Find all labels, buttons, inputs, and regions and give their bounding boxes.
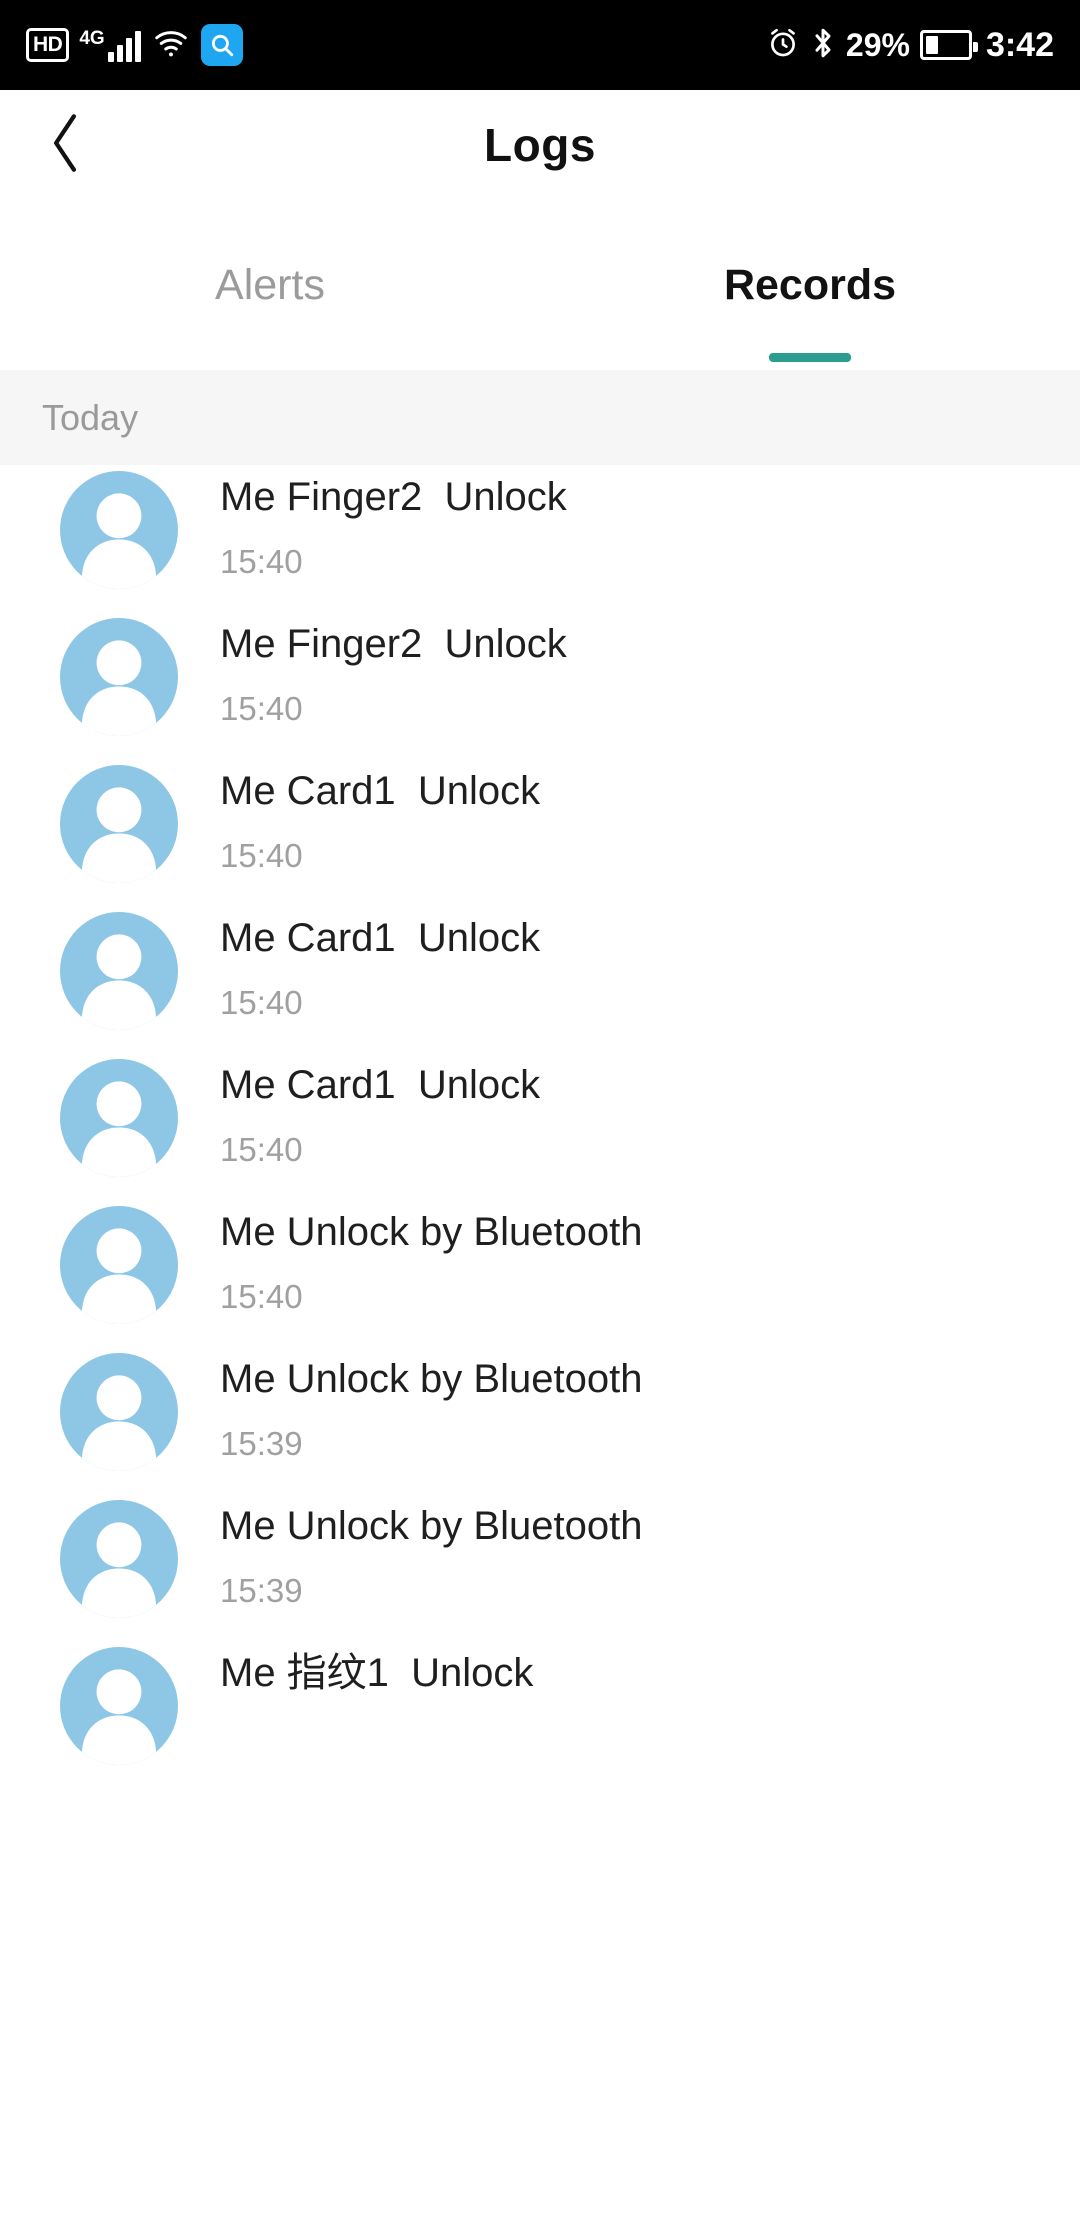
- record-title: Me 指纹1 Unlock: [220, 1651, 534, 1695]
- hd-icon: HD: [26, 28, 70, 62]
- user-avatar-icon: [60, 471, 178, 589]
- record-time: 15:40: [220, 543, 303, 580]
- clock-label: 3:42: [985, 26, 1054, 64]
- bluetooth-icon: [810, 25, 836, 66]
- tab-alerts-indicator: [229, 353, 311, 362]
- user-avatar-icon: [60, 1353, 178, 1471]
- record-row-text: Me Card1 Unlock 15:40: [220, 1053, 540, 1166]
- record-row[interactable]: Me Finger2 Unlock 15:40: [0, 612, 1080, 759]
- record-row-text: Me Finger2 Unlock 15:40: [220, 465, 567, 578]
- record-row-text: Me Card1 Unlock 15:40: [220, 759, 540, 872]
- tab-alerts-label: Alerts: [215, 260, 325, 309]
- battery-icon: [919, 30, 978, 60]
- user-avatar-icon: [60, 765, 178, 883]
- record-title: Me Card1 Unlock: [220, 916, 541, 960]
- record-row[interactable]: Me Unlock by Bluetooth 15:39: [0, 1494, 1080, 1641]
- user-avatar-icon: [60, 1206, 178, 1324]
- record-row[interactable]: Me Card1 Unlock 15:40: [0, 906, 1080, 1053]
- record-time: 15:40: [220, 1131, 303, 1168]
- record-row-text: Me Unlock by Bluetooth 15:40: [220, 1200, 642, 1313]
- navigation-bar: Logs: [0, 90, 1080, 200]
- section-header-label: Today: [42, 396, 139, 438]
- record-time: 15:40: [220, 984, 303, 1021]
- record-time: 15:39: [220, 1572, 303, 1609]
- alarm-clock-icon: [766, 26, 800, 65]
- section-header-today: Today: [0, 370, 1080, 465]
- record-title: Me Finger2 Unlock: [220, 622, 567, 666]
- record-time: 15:40: [220, 690, 303, 727]
- signal-bars-glyph: [107, 28, 141, 62]
- tab-records-label: Records: [723, 260, 897, 309]
- tab-bar: Alerts Records: [0, 200, 1080, 370]
- user-avatar-icon: [60, 1059, 178, 1177]
- record-title: Me Unlock by Bluetooth: [220, 1357, 643, 1401]
- user-avatar-icon: [60, 1500, 178, 1618]
- record-title: Me Finger2 Unlock: [220, 475, 567, 519]
- record-title: Me Unlock by Bluetooth: [220, 1210, 643, 1254]
- signal-bars-icon: 4G: [79, 28, 141, 62]
- record-time: 15:40: [220, 837, 303, 874]
- tab-records-indicator: [769, 353, 851, 362]
- user-avatar-icon: [60, 1647, 178, 1765]
- search-icon[interactable]: [200, 24, 243, 66]
- record-row-text: Me Finger2 Unlock 15:40: [220, 612, 567, 725]
- record-title: Me Card1 Unlock: [220, 769, 541, 813]
- record-row[interactable]: Me Unlock by Bluetooth 15:40: [0, 1200, 1080, 1347]
- record-title: Me Card1 Unlock: [220, 1063, 541, 1107]
- record-row-text: Me Unlock by Bluetooth 15:39: [220, 1494, 642, 1607]
- back-chevron-icon: [43, 111, 87, 180]
- record-title: Me Unlock by Bluetooth: [220, 1504, 643, 1548]
- record-row[interactable]: Me Finger2 Unlock 15:40: [0, 465, 1080, 612]
- record-time: 15:40: [220, 1278, 303, 1315]
- record-row-text: Me Card1 Unlock 15:40: [220, 906, 540, 1019]
- back-button[interactable]: [30, 110, 100, 180]
- record-row[interactable]: Me 指纹1 Unlock: [0, 1641, 1080, 1788]
- records-list[interactable]: Me Finger2 Unlock 15:40 Me Finger2 Unlock 1…: [0, 465, 1080, 1788]
- battery-percent-label: 29%: [845, 27, 910, 63]
- record-row[interactable]: Me Card1 Unlock 15:40: [0, 759, 1080, 906]
- record-row-text: Me 指纹1 Unlock: [220, 1641, 533, 1721]
- status-bar: HD 4G 29% 3:42: [0, 0, 1080, 90]
- user-avatar-icon: [60, 912, 178, 1030]
- record-row-text: Me Unlock by Bluetooth 15:39: [220, 1347, 642, 1460]
- status-bar-left: HD 4G: [26, 24, 243, 66]
- record-row[interactable]: Me Unlock by Bluetooth 15:39: [0, 1347, 1080, 1494]
- network-type-label: 4G: [79, 28, 105, 49]
- user-avatar-icon: [60, 618, 178, 736]
- record-time: 15:39: [220, 1425, 303, 1462]
- record-row[interactable]: Me Card1 Unlock 15:40: [0, 1053, 1080, 1200]
- status-bar-right: 29% 3:42: [766, 25, 1054, 66]
- tab-alerts[interactable]: Alerts: [0, 200, 540, 370]
- page-title: Logs: [484, 119, 596, 171]
- wifi-icon: [151, 25, 191, 66]
- tab-records[interactable]: Records: [540, 200, 1080, 370]
